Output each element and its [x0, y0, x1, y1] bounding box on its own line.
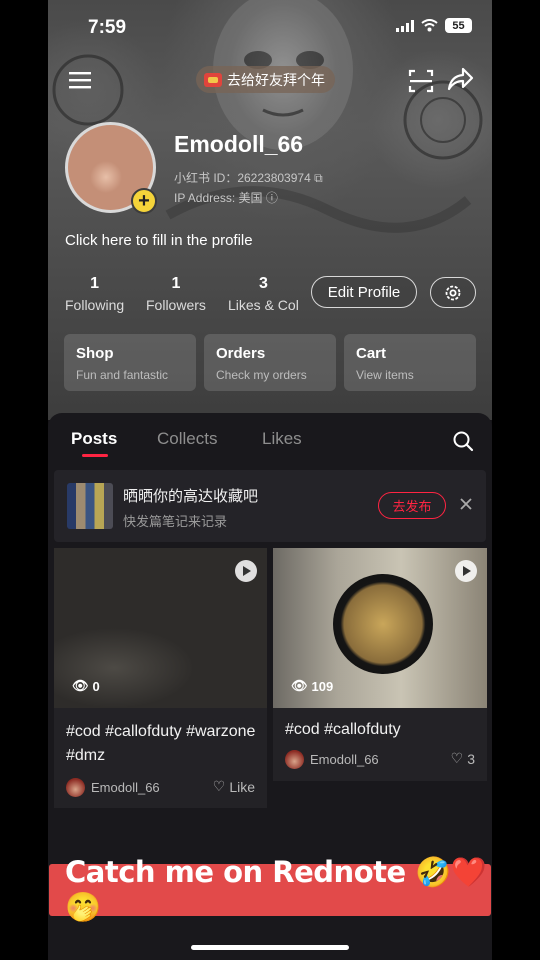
following-label: Following — [65, 297, 125, 313]
menu-icon[interactable] — [66, 66, 96, 96]
like-button[interactable]: ♡ Like — [213, 778, 255, 795]
battery-icon: 55 — [445, 18, 472, 33]
status-icons: 55 — [396, 18, 472, 33]
user-id-text: 小红书 ID：26223803974 — [174, 171, 311, 185]
post-title: #cod #callofduty #warzone #dmz — [66, 723, 256, 764]
settings-button[interactable] — [430, 277, 476, 308]
stat-following[interactable]: 1 Following — [65, 275, 124, 313]
play-icon — [235, 560, 257, 582]
scan-icon[interactable] — [406, 66, 436, 96]
ip-address-line: IP Address: 美国 ⓘ — [174, 189, 278, 206]
post-title: #cod #callofduty — [285, 721, 401, 738]
likes-collects-label: Likes & Col — [228, 297, 299, 313]
shortcut-cart-subtitle: View items — [356, 368, 414, 382]
shortcut-orders-subtitle: Check my orders — [216, 368, 307, 382]
stat-likes-collects[interactable]: 3 Likes & Col — [228, 275, 299, 313]
scope-image — [333, 574, 433, 674]
publish-prompt-card[interactable]: 晒晒你的高达收藏吧 快发篇笔记来记录 去发布 — [54, 470, 486, 542]
view-count-value: 109 — [311, 678, 334, 694]
search-icon[interactable] — [452, 430, 474, 452]
bio-placeholder[interactable]: Click here to fill in the profile — [65, 232, 253, 249]
like-label: Like — [229, 778, 255, 795]
avatar-add-button[interactable]: + — [131, 188, 157, 214]
tab-posts[interactable]: Posts — [71, 429, 117, 449]
followers-label: Followers — [146, 297, 206, 313]
avatar — [285, 750, 304, 769]
username: Emodoll_66 — [174, 131, 304, 157]
promo-thumbnail — [67, 483, 113, 529]
post-card[interactable]: 👁 0 #cod #callofduty #warzone #dmz Emodo… — [54, 548, 267, 808]
promo-subtitle: 快发篇笔记来记录 — [123, 514, 228, 529]
tab-likes[interactable]: Likes — [262, 429, 302, 449]
new-year-greeting-label: 去给好友拜个年 — [227, 71, 325, 88]
avatar — [66, 778, 85, 797]
gear-icon — [445, 285, 461, 300]
wifi-icon — [421, 19, 438, 32]
like-count: 3 — [467, 750, 475, 767]
close-icon[interactable] — [457, 495, 475, 513]
post-author[interactable]: Emodoll_66 — [285, 750, 379, 769]
home-indicator[interactable] — [191, 945, 349, 950]
view-count: 👁 0 — [72, 678, 100, 694]
shortcut-cart-title: Cart — [356, 345, 387, 362]
eye-icon: 👁 — [291, 678, 308, 693]
view-count-value: 0 — [92, 678, 100, 694]
shortcut-orders-title: Orders — [216, 345, 266, 362]
eye-icon: 👁 — [72, 678, 89, 693]
profile-tabs: Posts Collects Likes — [48, 413, 492, 463]
stat-followers[interactable]: 1 Followers — [146, 275, 206, 313]
post-author-name: Emodoll_66 — [310, 752, 379, 767]
profile-header-background: 7:59 55 去给好友拜个年 + Emodoll_66 小红书 ID：2622… — [48, 0, 492, 420]
heart-icon: ♡ — [212, 778, 226, 794]
like-button[interactable]: ♡ 3 — [451, 750, 475, 767]
likes-collects-count: 3 — [258, 275, 268, 292]
followers-count: 1 — [171, 275, 181, 292]
following-count: 1 — [90, 275, 100, 292]
red-envelope-icon — [204, 72, 222, 87]
share-icon[interactable] — [445, 64, 475, 94]
copy-icon[interactable]: ⧉ — [314, 171, 323, 185]
promo-title: 晒晒你的高达收藏吧 — [123, 488, 259, 505]
view-count: 👁 109 — [291, 678, 333, 694]
post-author-name: Emodoll_66 — [91, 780, 160, 795]
app-screen: 7:59 55 去给好友拜个年 + Emodoll_66 小红书 ID：2622… — [48, 0, 492, 960]
tab-collects[interactable]: Collects — [157, 429, 217, 449]
user-id-line[interactable]: 小红书 ID：26223803974 ⧉ — [174, 169, 323, 186]
post-author[interactable]: Emodoll_66 — [66, 778, 160, 797]
caption-banner: Catch me on Rednote 🤣❤️🤭 — [49, 855, 491, 924]
shortcut-shop[interactable]: Shop Fun and fantastic — [64, 334, 196, 391]
status-time: 7:59 — [88, 17, 127, 38]
shortcut-orders[interactable]: Orders Check my orders — [204, 334, 336, 391]
edit-profile-button[interactable]: Edit Profile — [311, 276, 417, 308]
heart-icon: ♡ — [450, 750, 464, 766]
publish-button[interactable]: 去发布 — [378, 492, 446, 519]
signal-icon — [396, 19, 414, 32]
new-year-greeting-button[interactable]: 去给好友拜个年 — [196, 66, 335, 93]
shortcut-cart[interactable]: Cart View items — [344, 334, 476, 391]
active-tab-indicator — [82, 454, 108, 457]
post-card[interactable]: 👁 109 #cod #callofduty Emodoll_66 ♡ 3 — [273, 548, 487, 781]
shortcut-shop-subtitle: Fun and fantastic — [76, 368, 169, 382]
ip-address-text: IP Address: 美国 — [174, 191, 263, 205]
shortcut-shop-title: Shop — [76, 345, 114, 362]
play-icon — [455, 560, 477, 582]
info-icon[interactable]: ⓘ — [266, 191, 278, 205]
